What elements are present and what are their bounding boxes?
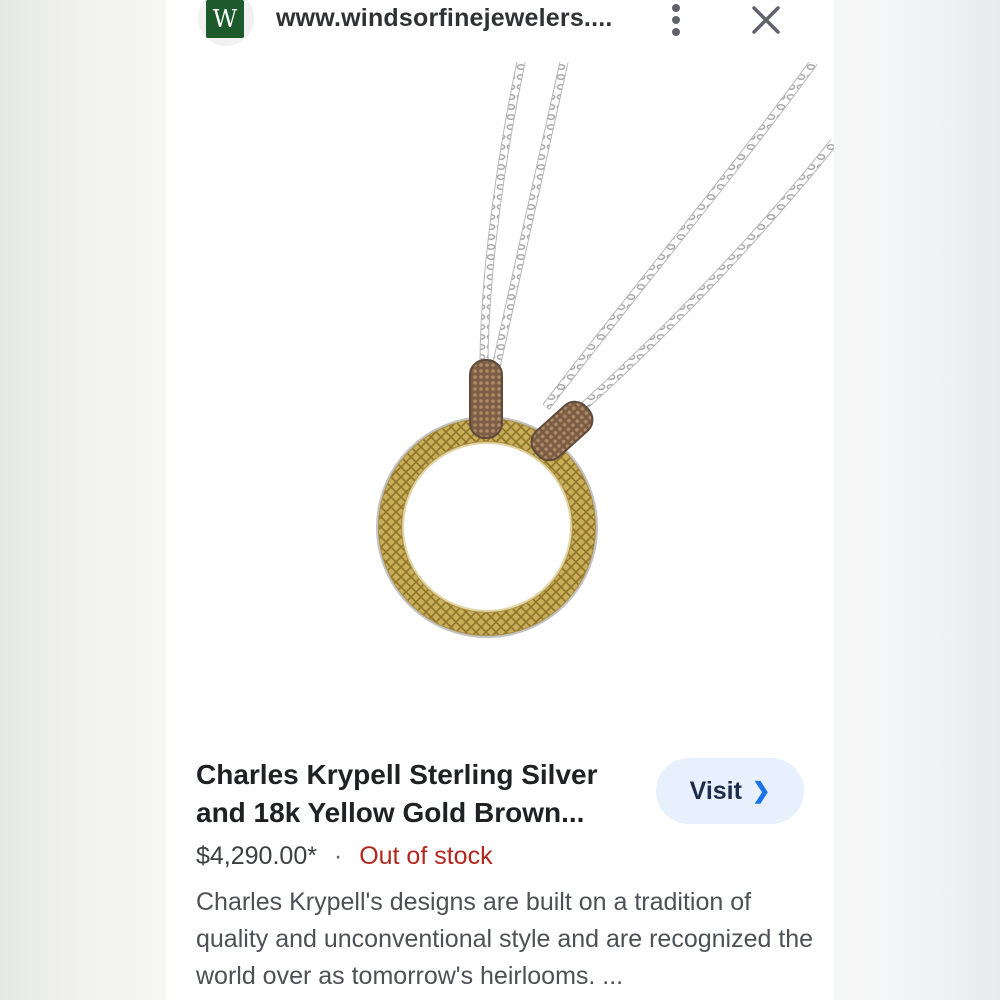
visit-button-label: Visit [689, 776, 742, 805]
background-left [0, 0, 166, 1000]
visit-button[interactable]: Visit ❯ [656, 758, 804, 824]
price-line: $4,290.00* · Out of stock [196, 842, 493, 871]
background-right [834, 0, 1000, 1000]
product-title[interactable]: Charles Krypell Sterling Silver and 18k … [196, 756, 626, 832]
preview-header: W www.windsorfinejewelers.... [166, 0, 834, 62]
separator-dot: · [333, 842, 343, 870]
site-favicon: W [206, 0, 244, 38]
stock-status: Out of stock [359, 842, 493, 870]
product-image[interactable] [166, 59, 834, 730]
result-preview-sheet: W www.windsorfinejewelers.... Charles Kr… [166, 0, 834, 1000]
site-favicon-container: W [198, 0, 254, 46]
close-icon[interactable] [748, 2, 784, 38]
more-vert-icon[interactable] [664, 2, 688, 38]
product-description: Charles Krypell's designs are built on a… [196, 888, 814, 990]
chevron-right-icon: ❯ [751, 778, 771, 803]
site-url[interactable]: www.windsorfinejewelers.... [276, 4, 613, 33]
product-price: $4,290.00* [196, 842, 317, 870]
